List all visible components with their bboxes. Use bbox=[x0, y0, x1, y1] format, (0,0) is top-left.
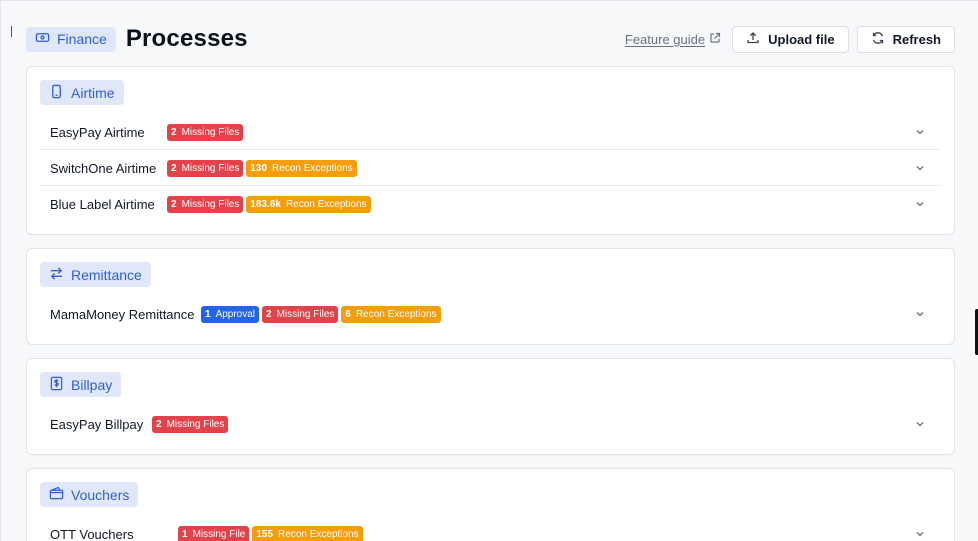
process-row[interactable]: Blue Label Airtime 2 Missing Files 183.6k… bbox=[40, 186, 941, 222]
process-row[interactable]: MamaMoney Remittance 1 Approval 2 Missing … bbox=[40, 296, 941, 332]
section-label: Vouchers bbox=[71, 486, 130, 503]
chevron-down-icon[interactable] bbox=[914, 126, 926, 138]
recon-exceptions-badge: 6 Recon Exceptions bbox=[341, 305, 441, 323]
section-chip-remittance[interactable]: Remittance bbox=[40, 262, 151, 287]
module-label: Finance bbox=[57, 31, 107, 47]
process-name: EasyPay Airtime bbox=[50, 124, 145, 140]
missing-files-badge: 2 Missing Files bbox=[167, 195, 244, 213]
section-vouchers: Vouchers OTT Vouchers 1 Missing File 155 R… bbox=[26, 468, 955, 541]
refresh-button[interactable]: Refresh bbox=[856, 25, 955, 53]
section-chip-vouchers[interactable]: Vouchers bbox=[40, 482, 139, 507]
transfer-arrows-icon bbox=[49, 266, 64, 284]
process-row[interactable]: OTT Vouchers 1 Missing File 155 Recon Exce… bbox=[40, 516, 941, 541]
feature-guide-link[interactable]: Feature guide bbox=[625, 32, 721, 47]
app-frame: Finance Processes Feature guide Upload f… bbox=[0, 0, 978, 541]
section-billpay: Billpay EasyPay Billpay 2 Missing Files bbox=[26, 358, 955, 455]
text-cursor bbox=[11, 26, 12, 37]
external-link-icon bbox=[709, 32, 721, 47]
section-label: Remittance bbox=[71, 266, 142, 283]
chevron-down-icon[interactable] bbox=[914, 308, 926, 320]
chevron-down-icon[interactable] bbox=[914, 418, 926, 430]
chevron-down-icon[interactable] bbox=[914, 162, 926, 174]
refresh-icon bbox=[871, 31, 885, 48]
process-row[interactable]: EasyPay Airtime 2 Missing Files bbox=[40, 114, 941, 150]
page-header: Finance Processes Feature guide Upload f… bbox=[26, 23, 955, 55]
section-remittance: Remittance MamaMoney Remittance 1 Approva… bbox=[26, 248, 955, 345]
section-airtime: Airtime EasyPay Airtime 2 Missing Files S… bbox=[26, 66, 955, 235]
missing-files-badge: 2 Missing Files bbox=[167, 123, 244, 141]
process-name: EasyPay Billpay bbox=[50, 416, 144, 432]
process-name: OTT Vouchers bbox=[50, 526, 134, 541]
process-row[interactable]: EasyPay Billpay 2 Missing Files bbox=[40, 406, 941, 442]
upload-icon bbox=[746, 31, 760, 48]
missing-files-badge: 1 Missing File bbox=[178, 525, 250, 541]
process-name: Blue Label Airtime bbox=[50, 196, 155, 212]
missing-files-badge: 2 Missing Files bbox=[167, 159, 244, 177]
process-name: MamaMoney Remittance bbox=[50, 306, 195, 322]
upload-file-button[interactable]: Upload file bbox=[732, 25, 849, 53]
chevron-down-icon[interactable] bbox=[914, 528, 926, 540]
refresh-label: Refresh bbox=[892, 31, 941, 47]
chevron-down-icon[interactable] bbox=[914, 198, 926, 210]
approval-badge: 1 Approval bbox=[201, 305, 260, 323]
phone-icon bbox=[49, 84, 64, 102]
section-label: Billpay bbox=[71, 376, 113, 393]
process-row[interactable]: SwitchOne Airtime 2 Missing Files 130 Reco… bbox=[40, 150, 941, 186]
dollar-receipt-icon bbox=[49, 376, 64, 394]
missing-files-badge: 2 Missing Files bbox=[262, 305, 339, 323]
module-chip[interactable]: Finance bbox=[26, 26, 116, 52]
feature-guide-label: Feature guide bbox=[624, 31, 706, 47]
missing-files-badge: 2 Missing Files bbox=[152, 415, 229, 433]
header-actions: Feature guide Upload file Refresh bbox=[625, 25, 955, 53]
process-name: SwitchOne Airtime bbox=[50, 160, 157, 176]
recon-exceptions-badge: 183.6k Recon Exceptions bbox=[246, 195, 371, 213]
money-icon bbox=[35, 30, 50, 48]
section-label: Airtime bbox=[71, 84, 115, 101]
page-title: Processes bbox=[125, 25, 248, 52]
wallet-icon bbox=[49, 486, 64, 504]
section-chip-airtime[interactable]: Airtime bbox=[40, 80, 124, 105]
recon-exceptions-badge: 130 Recon Exceptions bbox=[246, 159, 357, 177]
section-chip-billpay[interactable]: Billpay bbox=[40, 372, 122, 397]
recon-exceptions-badge: 155 Recon Exceptions bbox=[252, 525, 363, 541]
upload-file-label: Upload file bbox=[768, 31, 835, 47]
